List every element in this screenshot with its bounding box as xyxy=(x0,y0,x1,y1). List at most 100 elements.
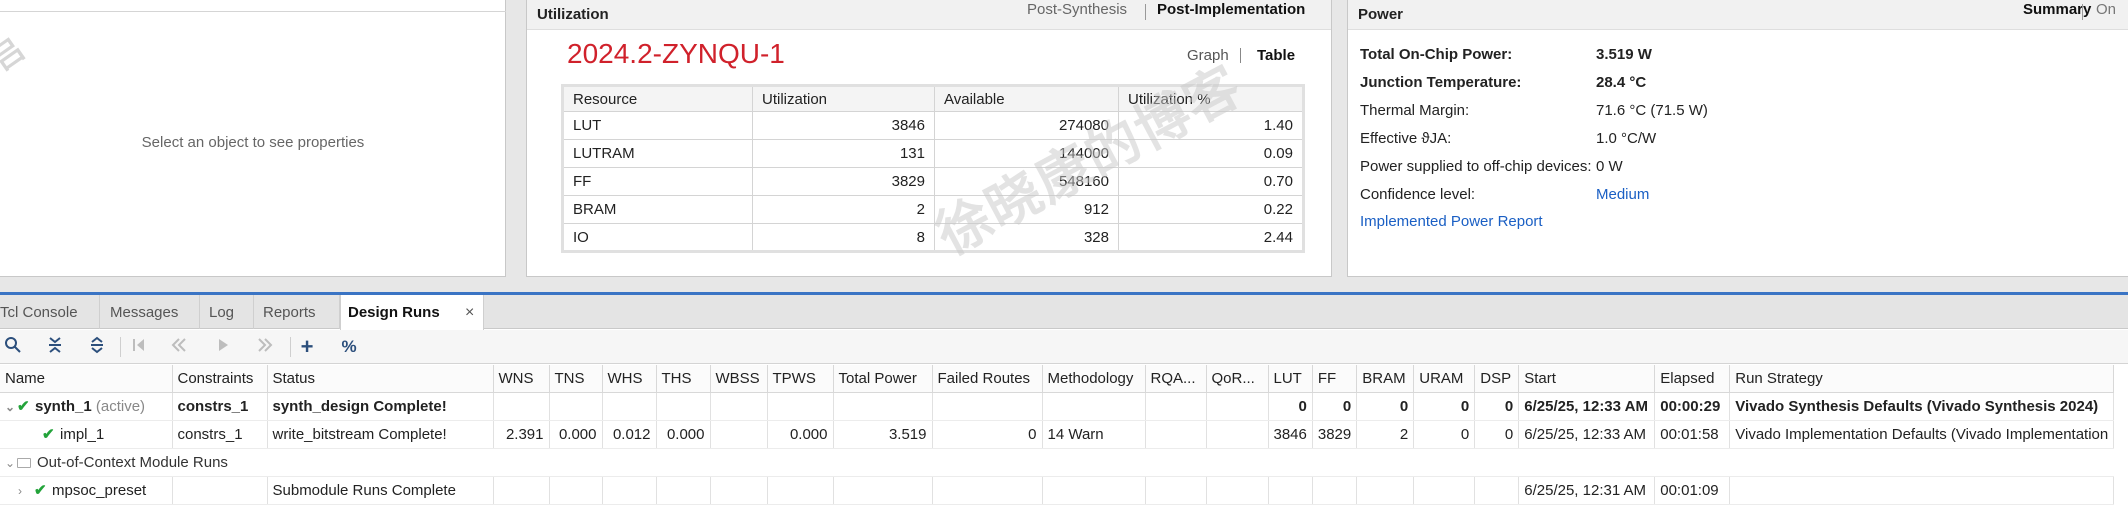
play-icon[interactable] xyxy=(212,336,234,358)
chevron-down-icon[interactable]: ⌄ xyxy=(5,400,17,414)
col-tns[interactable]: TNS xyxy=(549,365,603,393)
lut-cell xyxy=(1268,476,1313,505)
tns-cell: 0.000 xyxy=(549,420,603,449)
confidence-level-link[interactable]: Medium xyxy=(1596,186,1649,203)
implemented-power-report-link[interactable]: Implemented Power Report xyxy=(1360,213,1543,230)
search-icon[interactable] xyxy=(2,336,24,358)
wbss-cell xyxy=(710,392,768,421)
close-icon[interactable]: × xyxy=(465,295,474,331)
col-utilization[interactable]: Utilization xyxy=(752,85,935,112)
methodology-cell[interactable]: 14 Warn xyxy=(1042,420,1146,449)
wbss-cell xyxy=(710,476,768,505)
constraints-cell: constrs_1 xyxy=(172,420,268,449)
utilization-cell: 8 xyxy=(752,223,935,252)
percent-icon[interactable]: % xyxy=(338,336,360,358)
previous-icon[interactable] xyxy=(168,336,190,358)
whs-cell xyxy=(602,476,657,505)
col-failed-routes[interactable]: Failed Routes xyxy=(932,365,1043,393)
col-name[interactable]: Name xyxy=(0,365,173,393)
collapse-all-icon[interactable] xyxy=(44,336,66,358)
table-row[interactable]: FF 3829 548160 0.70 xyxy=(562,167,1304,196)
run-strategy-cell: Vivado Synthesis Defaults (Vivado Synthe… xyxy=(1729,392,2115,421)
col-tpws[interactable]: TPWS xyxy=(767,365,834,393)
col-resource[interactable]: Resource xyxy=(562,85,753,112)
constraints-cell: constrs_1 xyxy=(172,392,268,421)
power-row-offchip: Power supplied to off-chip devices: xyxy=(1360,158,1592,175)
run-row-impl[interactable]: ✔ impl_1 constrs_1 write_bitstream Comple… xyxy=(0,420,2115,449)
ths-cell xyxy=(656,476,711,505)
wbss-cell xyxy=(710,420,768,449)
power-label: Total On-Chip Power: xyxy=(1360,46,1513,63)
runs-header-row: Name Constraints Status WNS TNS WHS THS … xyxy=(0,365,2115,393)
lut-cell: 0 xyxy=(1268,392,1313,421)
bram-cell: 0 xyxy=(1356,392,1415,421)
total-power-cell: 3.519 xyxy=(833,420,933,449)
uram-cell xyxy=(1413,476,1476,505)
power-row-theta-ja: Effective ϑJA: xyxy=(1360,130,1451,147)
elapsed-cell: 00:01:58 xyxy=(1654,420,1731,449)
utilization-pct-cell: 0.22 xyxy=(1118,195,1304,224)
col-elapsed[interactable]: Elapsed xyxy=(1654,365,1731,393)
table-row[interactable]: IO 8 328 2.44 xyxy=(562,223,1304,252)
col-qor[interactable]: QoR... xyxy=(1206,365,1269,393)
col-ff[interactable]: FF xyxy=(1312,365,1358,393)
col-available[interactable]: Available xyxy=(934,85,1119,112)
tns-cell xyxy=(549,476,603,505)
col-status[interactable]: Status xyxy=(267,365,494,393)
run-group-ooc[interactable]: ⌄ Out-of-Context Module Runs xyxy=(0,448,2114,477)
failed-routes-cell xyxy=(932,476,1043,505)
run-row-synth[interactable]: ⌄ ✔ synth_1 (active) constrs_1 synth_desig… xyxy=(0,392,2115,421)
add-icon[interactable]: + xyxy=(296,336,318,358)
run-name: synth_1 xyxy=(35,398,92,415)
whs-cell: 0.012 xyxy=(602,420,657,449)
tab-reports[interactable]: Reports xyxy=(254,295,340,329)
col-constraints[interactable]: Constraints xyxy=(172,365,268,393)
tab-post-synthesis[interactable]: Post-Synthesis xyxy=(1027,1,1127,18)
run-row-mpsoc[interactable]: › ✔ mpsoc_preset Submodule Runs Complete xyxy=(0,476,2115,505)
bottom-tab-bar: Tcl Console Messages Log Reports Design … xyxy=(0,295,2128,331)
properties-panel: 吕 Select an object to see properties xyxy=(0,0,506,277)
tab-design-runs[interactable]: Design Runs xyxy=(340,295,484,330)
resource-cell: LUT xyxy=(562,111,753,140)
utilization-pct-cell: 0.70 xyxy=(1118,167,1304,196)
col-rqa[interactable]: RQA... xyxy=(1145,365,1207,393)
group-cell: ⌄ Out-of-Context Module Runs xyxy=(0,448,602,477)
col-lut[interactable]: LUT xyxy=(1268,365,1313,393)
power-header: Power Summary On xyxy=(1348,0,2128,30)
col-dsp[interactable]: DSP xyxy=(1474,365,1520,393)
chevron-right-icon[interactable]: › xyxy=(18,484,30,498)
chevron-down-icon[interactable]: ⌄ xyxy=(5,456,17,470)
col-total-power[interactable]: Total Power xyxy=(833,365,933,393)
wns-cell: 2.391 xyxy=(493,420,550,449)
power-value: 3.519 W xyxy=(1596,46,1652,63)
table-view-toggle[interactable]: Table xyxy=(1257,47,1295,64)
tab-tcl-console[interactable]: Tcl Console xyxy=(0,295,100,329)
ff-cell: 0 xyxy=(1312,392,1358,421)
group-label: Out-of-Context Module Runs xyxy=(37,453,228,471)
power-row-confidence: Confidence level: xyxy=(1360,186,1475,203)
tab-power-onchip[interactable]: On xyxy=(2096,1,2116,18)
ths-cell: 0.000 xyxy=(656,420,711,449)
rqa-cell xyxy=(1145,420,1207,449)
col-run-strategy[interactable]: Run Strategy xyxy=(1729,365,2115,393)
col-whs[interactable]: WHS xyxy=(602,365,657,393)
power-value: 0 W xyxy=(1596,158,1623,175)
tab-log[interactable]: Log xyxy=(200,295,254,329)
tpws-cell xyxy=(767,392,834,421)
tab-post-implementation[interactable]: Post-Implementation xyxy=(1157,1,1305,18)
expand-all-icon[interactable] xyxy=(86,336,108,358)
tab-messages[interactable]: Messages xyxy=(100,295,200,329)
start-cell: 6/25/25, 12:31 AM xyxy=(1518,476,1656,505)
col-methodology[interactable]: Methodology xyxy=(1042,365,1146,393)
bram-cell: 2 xyxy=(1356,420,1415,449)
first-icon[interactable] xyxy=(128,336,150,358)
check-icon: ✔ xyxy=(17,398,30,415)
col-wns[interactable]: WNS xyxy=(493,365,550,393)
col-wbss[interactable]: WBSS xyxy=(710,365,768,393)
col-bram[interactable]: BRAM xyxy=(1356,365,1415,393)
col-ths[interactable]: THS xyxy=(656,365,711,393)
next-icon[interactable] xyxy=(254,336,276,358)
col-uram[interactable]: URAM xyxy=(1413,365,1476,393)
power-value: 28.4 °C xyxy=(1596,74,1647,91)
col-start[interactable]: Start xyxy=(1518,365,1656,393)
